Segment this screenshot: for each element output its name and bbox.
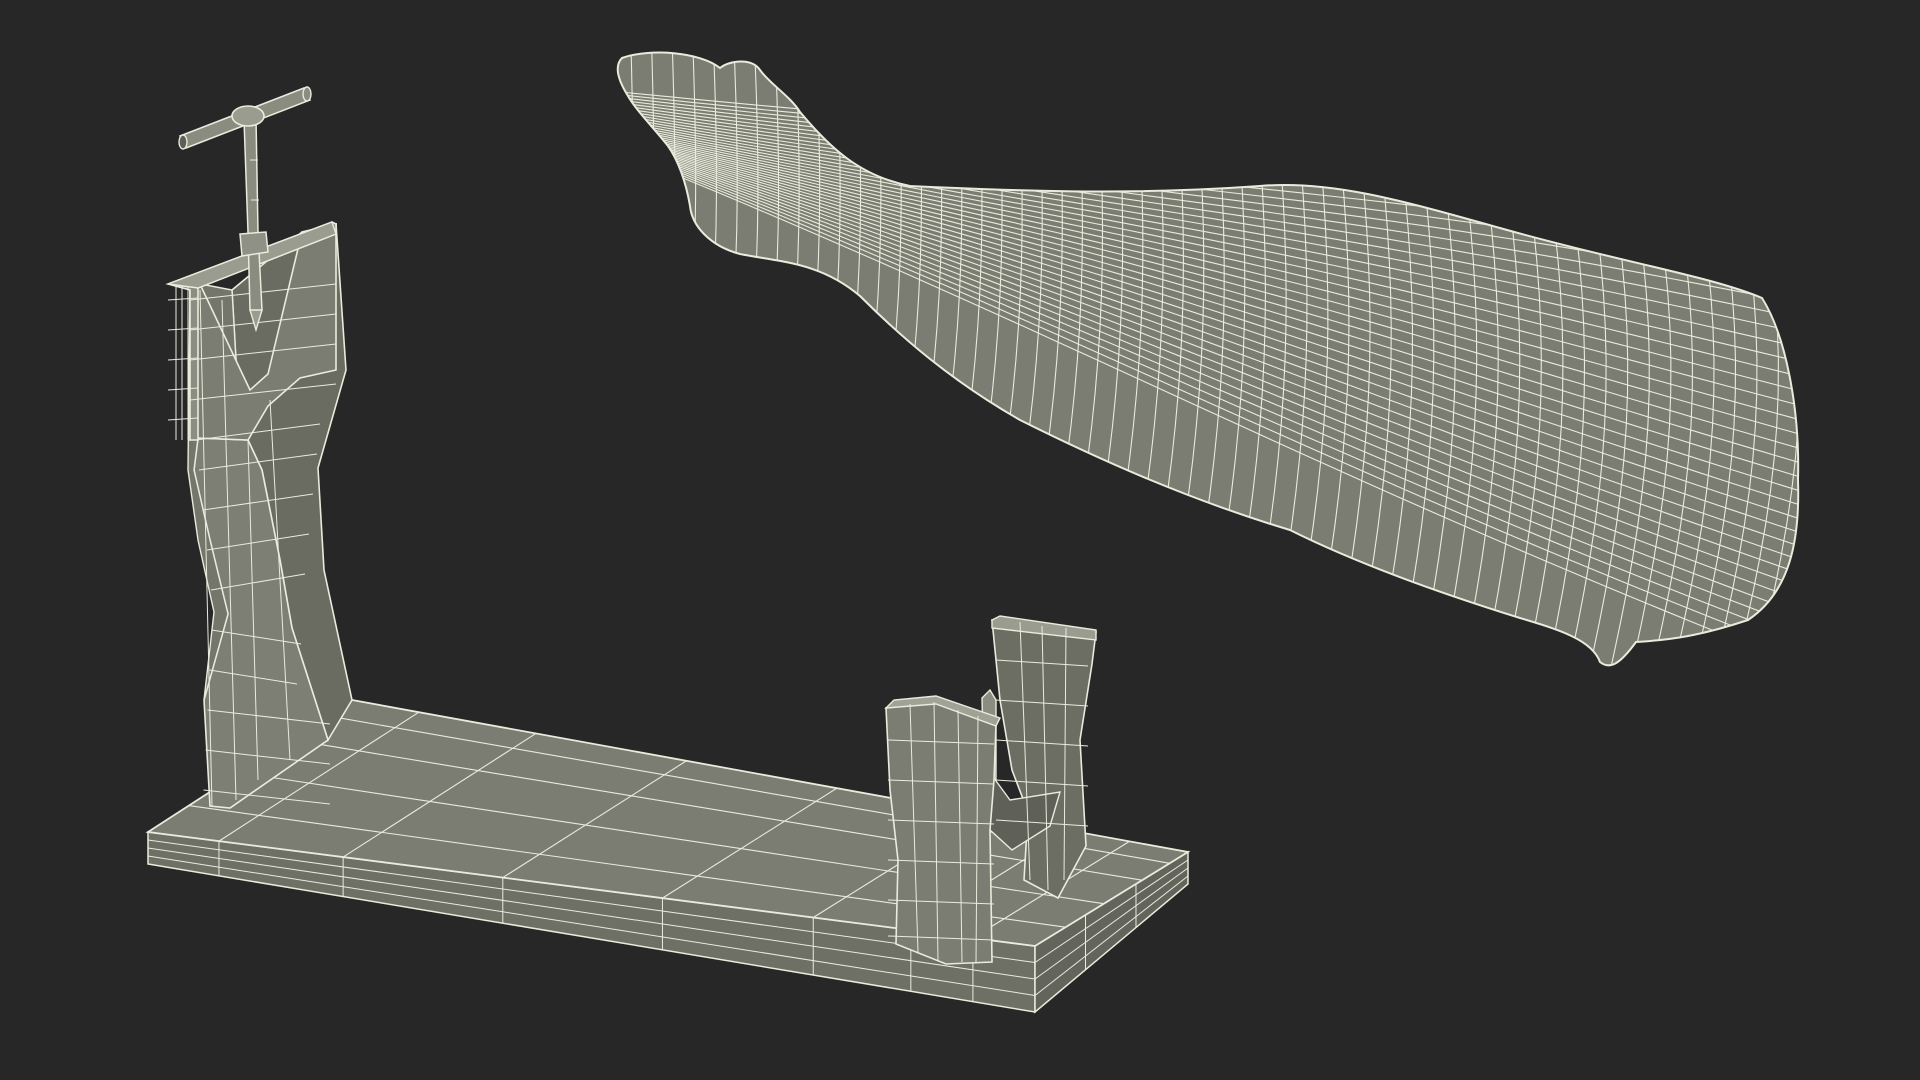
ham-ring-edge	[551, 30, 612, 690]
t-handle-end-right	[302, 86, 312, 102]
ham-ring-edge	[858, 52, 922, 666]
ham-ring-edge	[837, 52, 902, 666]
screw-collar	[239, 231, 269, 257]
ham-ring-edge	[816, 52, 882, 666]
ham-ring-edge	[617, 52, 634, 666]
ham-ring-edge	[1787, 52, 1799, 666]
ham-ring-edge	[1808, 30, 1863, 690]
ham-leg-mesh	[551, 30, 1863, 690]
t-handle-end-left	[178, 134, 188, 150]
render-viewport	[0, 0, 1920, 1080]
right-cradle-front-post	[885, 701, 997, 965]
wireframe-render	[145, 30, 1863, 1014]
ham-ring-edge	[617, 52, 655, 666]
t-handle-hub	[231, 105, 265, 127]
